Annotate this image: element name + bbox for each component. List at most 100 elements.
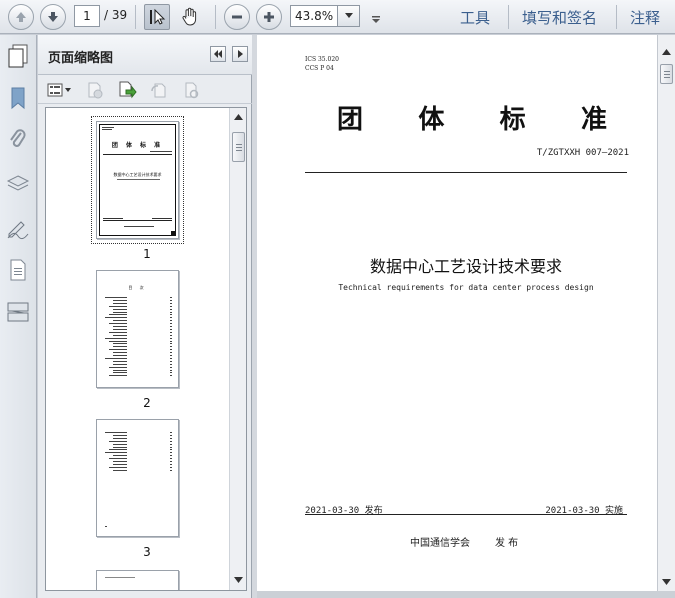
scroll-down-icon[interactable] — [662, 579, 671, 585]
rotate-page-button[interactable] — [148, 80, 170, 100]
toc-line — [113, 346, 127, 348]
content-button[interactable] — [5, 257, 31, 283]
thumbnail-page-1[interactable]: 团 体 标 准 数据中心工艺设计技术要求 — [96, 121, 179, 239]
toc-page-ref — [170, 469, 172, 471]
toc-page-ref — [170, 349, 172, 351]
expand-menu-icon — [372, 16, 380, 23]
panel-header: 页面缩略图 — [38, 35, 252, 75]
comment-link[interactable]: 注释 — [630, 7, 660, 28]
header-rule — [305, 172, 627, 173]
layers-button[interactable] — [5, 171, 31, 197]
thumbnail-line — [105, 526, 107, 527]
heading-char: 准 — [580, 105, 607, 135]
thumbnail-line — [103, 218, 123, 219]
page-number-input[interactable]: 1 — [74, 5, 100, 27]
toc-line — [113, 334, 127, 336]
compare-button[interactable] — [5, 299, 31, 325]
thumbnail-number: 1 — [143, 247, 151, 261]
thumbnail-scroll-thumb[interactable] — [232, 132, 245, 162]
toc-line — [113, 461, 127, 462]
toc-line — [113, 311, 127, 313]
toc-page-ref — [170, 466, 172, 468]
thumbnail-list: 团 体 标 准 数据中心工艺设计技术要求 1 目 次 2 3 — [45, 107, 247, 591]
toc-line — [109, 340, 127, 342]
double-chevron-left-icon — [214, 50, 222, 58]
toc-line — [113, 469, 127, 471]
print-page-button[interactable] — [180, 80, 202, 100]
toc-line — [113, 369, 127, 371]
extract-page-icon — [119, 81, 137, 99]
thumbnail-page-3[interactable] — [96, 419, 179, 537]
thumbnail-heading: 团 体 标 准 — [111, 142, 164, 149]
content-icon — [10, 259, 26, 281]
toc-line — [113, 308, 127, 310]
toc-page-ref — [170, 308, 172, 310]
options-menu-button[interactable] — [46, 80, 74, 100]
fill-sign-link[interactable]: 填写和签名 — [522, 7, 597, 28]
grip-line — [664, 77, 670, 78]
toc-page-ref — [170, 323, 172, 325]
toc-line — [109, 375, 127, 377]
toc-line — [109, 366, 127, 368]
arrow-down-icon — [48, 12, 58, 22]
toc-page-ref — [170, 375, 172, 377]
toc-line — [109, 449, 127, 451]
toc-page-ref — [170, 326, 172, 327]
scroll-down-icon[interactable] — [234, 577, 243, 583]
thumbnail-page-2[interactable]: 目 次 — [96, 270, 179, 388]
toolbar-divider — [616, 5, 617, 29]
scroll-up-icon[interactable] — [662, 49, 671, 55]
toc-line — [113, 443, 127, 445]
thumbnail-scrollbar[interactable] — [229, 108, 246, 590]
thumbnail-line — [150, 151, 172, 152]
chevron-down-icon — [344, 13, 353, 18]
thumbnail-page-4[interactable] — [96, 570, 179, 590]
publish-label: 发 布 — [495, 538, 519, 549]
delete-page-icon — [88, 82, 103, 99]
ccs-code: CCS P 04 — [305, 65, 334, 72]
toc-page-ref — [170, 305, 172, 307]
zoom-in-button[interactable] — [256, 4, 282, 30]
toolbar: 1 / 39 43.8% 工具 填写和签名 注释 — [0, 0, 675, 34]
toc-line — [113, 343, 127, 345]
toc-page-ref — [170, 355, 172, 356]
tools-link[interactable]: 工具 — [460, 7, 490, 28]
document-scrollbar[interactable] — [657, 35, 675, 591]
thumbnail-line — [102, 129, 112, 130]
bookmarks-button[interactable] — [5, 85, 31, 111]
collapse-panel-button[interactable] — [210, 46, 226, 62]
toc-line — [109, 331, 127, 333]
thumbnails-panel: 页面缩略图 团 体 标 准 数据中心工艺设计技术要求 1 目 次 2 3 — [38, 35, 252, 598]
page-thumbnails-button[interactable] — [5, 43, 31, 69]
panel-toolbar — [38, 76, 252, 104]
toc-line — [109, 458, 127, 460]
signature-icon — [7, 221, 29, 240]
delete-page-button[interactable] — [84, 80, 106, 100]
toc-line — [109, 314, 127, 316]
toolbar-options-button[interactable] — [371, 10, 381, 29]
toc-line — [113, 463, 127, 465]
scroll-up-icon[interactable] — [234, 114, 243, 120]
zoom-out-button[interactable] — [224, 4, 250, 30]
zoom-level-input[interactable]: 43.8% — [290, 5, 338, 27]
plus-icon — [264, 12, 274, 22]
thumbnail-number: 3 — [143, 545, 151, 559]
toc-line — [105, 452, 127, 454]
next-page-button[interactable] — [40, 4, 66, 30]
expand-panel-button[interactable] — [232, 46, 248, 62]
document-page: ICS 35.020 CCS P 04 团 体 标 准 T/ZGTXXH 007… — [257, 35, 657, 591]
previous-page-button[interactable] — [8, 4, 34, 30]
toc-page-ref — [170, 299, 172, 301]
signatures-button[interactable] — [5, 215, 31, 241]
toolbar-divider — [135, 5, 136, 29]
toc-line — [105, 357, 127, 359]
select-tool-button[interactable] — [144, 4, 170, 30]
document-scroll-thumb[interactable] — [660, 64, 673, 84]
hand-tool-button[interactable] — [177, 4, 203, 30]
toc-page-ref — [170, 360, 172, 362]
document-title-cn: 数据中心工艺设计技术要求 — [369, 257, 562, 276]
attachments-button[interactable] — [5, 127, 31, 153]
toc-line — [113, 372, 127, 374]
zoom-dropdown-button[interactable] — [338, 5, 360, 27]
extract-page-button[interactable] — [116, 80, 138, 100]
